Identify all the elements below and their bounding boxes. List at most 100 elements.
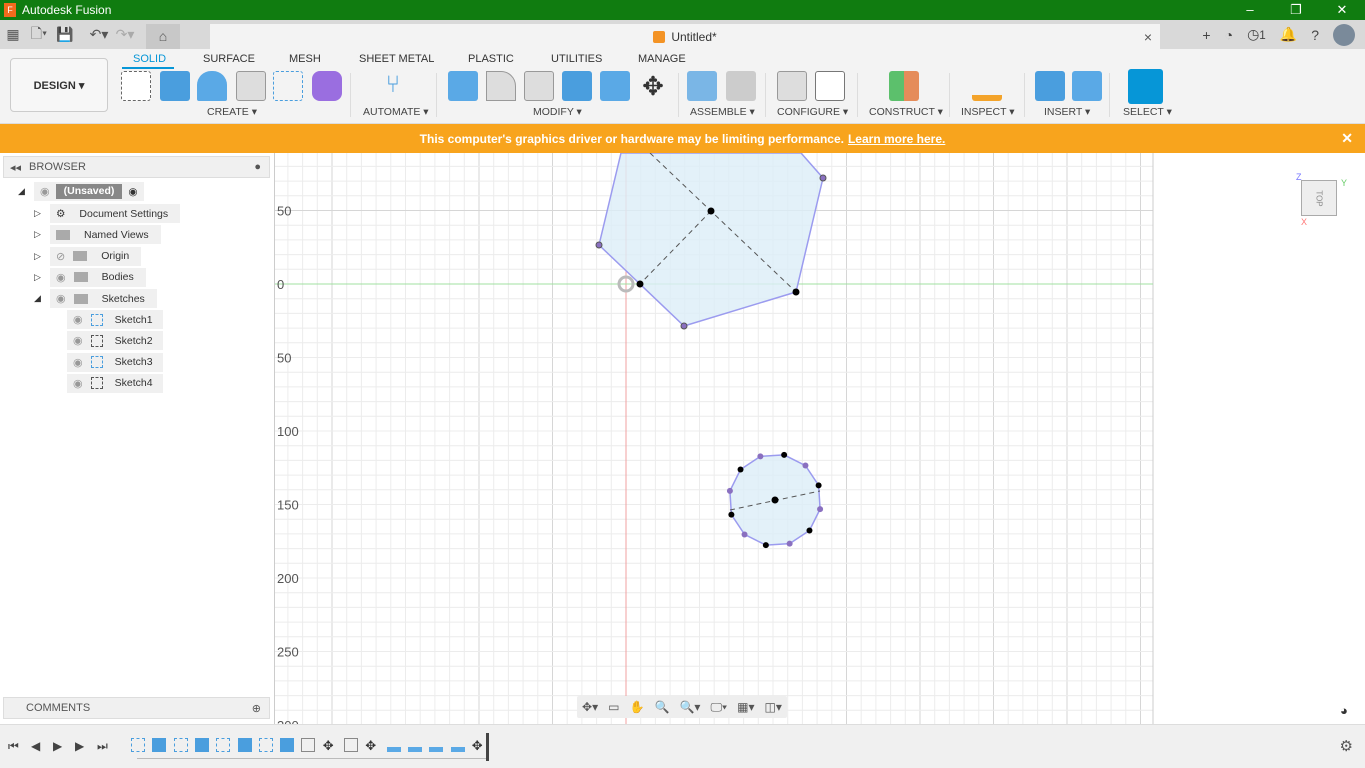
sketch-viewport[interactable]: 50050100150200250300 (275, 153, 1365, 724)
sketch-item[interactable]: ◉ Sketch3 (67, 352, 163, 372)
avatar[interactable] (1333, 23, 1355, 46)
file-menu-icon[interactable]: 🗋▾ (26, 23, 52, 47)
timeline-extrude-icon[interactable] (152, 738, 167, 752)
collapse-triangle-icon[interactable]: ◢ (18, 186, 34, 197)
pattern-icon[interactable] (273, 71, 303, 101)
configure-table-icon[interactable] (815, 71, 845, 101)
move-icon[interactable]: ✥ (638, 71, 668, 101)
create-group-label[interactable]: CREATE ▾ (207, 106, 257, 118)
eye-icon[interactable]: ◉ (73, 334, 83, 347)
modify-group-label[interactable]: MODIFY ▾ (533, 106, 582, 118)
expand-triangle-icon[interactable]: ▷ (34, 272, 50, 283)
new-tab-button[interactable]: + (1202, 27, 1210, 43)
expand-triangle-icon[interactable]: ▷ (34, 229, 50, 240)
pan-icon[interactable]: ✋ (630, 700, 645, 714)
redo-icon[interactable]: ↷▾ (112, 26, 138, 43)
timeline-move-icon[interactable]: ✥ (472, 738, 486, 753)
activate-radio-icon[interactable]: ◉ (128, 186, 137, 198)
collapse-triangle-icon[interactable]: ◢ (34, 293, 50, 304)
extensions-icon[interactable]: ◔ (1225, 27, 1233, 43)
form-icon[interactable] (312, 71, 342, 101)
timeline-align-icon[interactable] (429, 738, 444, 752)
timeline-extrude-icon[interactable] (237, 738, 252, 752)
sketch-item[interactable]: ◉ Sketch2 (67, 331, 163, 351)
tab-plastic[interactable]: PLASTIC (468, 53, 514, 65)
timeline-align-icon[interactable] (450, 738, 465, 752)
design-canvas[interactable]: 50050100150200250300 (274, 153, 1365, 724)
inspect-group-label[interactable]: INSPECT ▾ (961, 106, 1015, 118)
fillet-icon[interactable] (486, 71, 516, 101)
press-pull-icon[interactable] (448, 71, 478, 101)
timeline-marker[interactable] (486, 733, 489, 761)
assemble-group-label[interactable]: ASSEMBLE ▾ (690, 106, 755, 118)
parameters-icon[interactable] (777, 71, 807, 101)
timeline-move-icon[interactable]: ✥ (323, 738, 337, 753)
save-icon[interactable]: 💾 (52, 26, 78, 43)
step-forward-icon[interactable]: ▶ (75, 739, 84, 753)
browser-item[interactable]: ▷ ⊘ Origin (34, 246, 142, 266)
shell-icon[interactable] (524, 71, 554, 101)
revolve-icon[interactable] (197, 71, 227, 101)
viewports-icon[interactable]: ◫▾ (765, 700, 782, 714)
timeline-align-icon[interactable] (407, 738, 422, 752)
notifications-icon[interactable]: 🔔 (1280, 26, 1297, 43)
learn-more-link[interactable]: Learn more here. (848, 132, 945, 146)
eye-icon[interactable]: ◉ (73, 377, 83, 390)
split-body-icon[interactable] (600, 71, 630, 101)
eye-icon[interactable]: ◉ (40, 185, 50, 198)
workspace-switcher[interactable]: DESIGN ▾ (10, 58, 108, 112)
combine-icon[interactable] (562, 71, 592, 101)
insert-mcmaster-icon[interactable] (1035, 71, 1065, 101)
sketch-item[interactable]: ◉ Sketch4 (67, 373, 163, 393)
timeline-extrude-icon[interactable] (194, 738, 209, 752)
go-to-start-icon[interactable]: ⏮ (8, 739, 19, 754)
display-settings-icon[interactable]: 🖵▾ (710, 700, 727, 715)
add-comment-icon[interactable]: ⊕ (252, 702, 261, 715)
home-icon[interactable]: ⌂ (146, 24, 180, 49)
extrude-icon[interactable] (160, 71, 190, 101)
new-component-icon[interactable] (687, 71, 717, 101)
browser-item[interactable]: ▷ ◉ Bodies (34, 267, 146, 287)
restore-button[interactable]: ❐ (1273, 2, 1319, 18)
eye-icon[interactable]: ◉ (56, 271, 66, 284)
timeline-align-icon[interactable] (386, 738, 401, 752)
joint-icon[interactable] (726, 71, 756, 101)
construct-plane-icon[interactable] (889, 71, 919, 101)
timeline-copy-icon[interactable] (301, 738, 316, 752)
browser-root[interactable]: ◢ ◉ (Unsaved) ◉ (18, 182, 144, 201)
timeline-sketch-icon[interactable] (131, 738, 145, 752)
browser-minimize-icon[interactable]: ● (254, 161, 261, 173)
collapse-icon[interactable]: ◂◂ (10, 161, 21, 174)
automate-icon[interactable]: ⑂ (378, 71, 408, 101)
close-window-button[interactable]: ✕ (1319, 2, 1365, 18)
tab-mesh[interactable]: MESH (289, 53, 321, 65)
hole-icon[interactable] (236, 71, 266, 101)
zoom-icon[interactable]: 🔍 (654, 700, 669, 714)
sketch-item[interactable]: ◉ Sketch1 (67, 310, 163, 329)
timeline-settings-icon[interactable]: ⚙ (1340, 737, 1353, 755)
select-icon[interactable] (1128, 69, 1163, 104)
apps-grid-icon[interactable]: ▦ (0, 26, 26, 43)
undo-icon[interactable]: ↶▾ (86, 26, 112, 43)
tab-surface[interactable]: SURFACE (203, 53, 255, 65)
timeline-sketch-icon[interactable] (258, 738, 273, 752)
orbit-icon[interactable]: ✥▾ (582, 700, 598, 714)
timeline-sketch-icon[interactable] (216, 738, 231, 752)
sketch-palette-icon[interactable]: ◕ (1340, 703, 1348, 718)
automate-group-label[interactable]: AUTOMATE ▾ (363, 106, 429, 118)
play-icon[interactable]: ▶ (53, 739, 62, 753)
browser-item[interactable]: ▷ Named Views (34, 225, 161, 245)
browser-item[interactable]: ▷ ⚙ Document Settings (34, 204, 181, 223)
tab-solid[interactable]: SOLID (133, 53, 166, 65)
insert-canvas-icon[interactable] (1072, 71, 1102, 101)
create-sketch-icon[interactable] (121, 71, 151, 101)
help-icon[interactable]: ? (1311, 27, 1319, 43)
timeline-copy-icon[interactable] (344, 738, 358, 752)
expand-triangle-icon[interactable]: ▷ (34, 208, 50, 219)
minimize-button[interactable]: – (1227, 2, 1273, 18)
timeline-extrude-icon[interactable] (280, 738, 295, 752)
tab-sheet-metal[interactable]: SHEET METAL (359, 53, 434, 65)
browser-item[interactable]: ◢ ◉ Sketches (34, 289, 157, 309)
grid-settings-icon[interactable]: ▦▾ (737, 700, 754, 714)
select-group-label[interactable]: SELECT ▾ (1123, 106, 1172, 118)
